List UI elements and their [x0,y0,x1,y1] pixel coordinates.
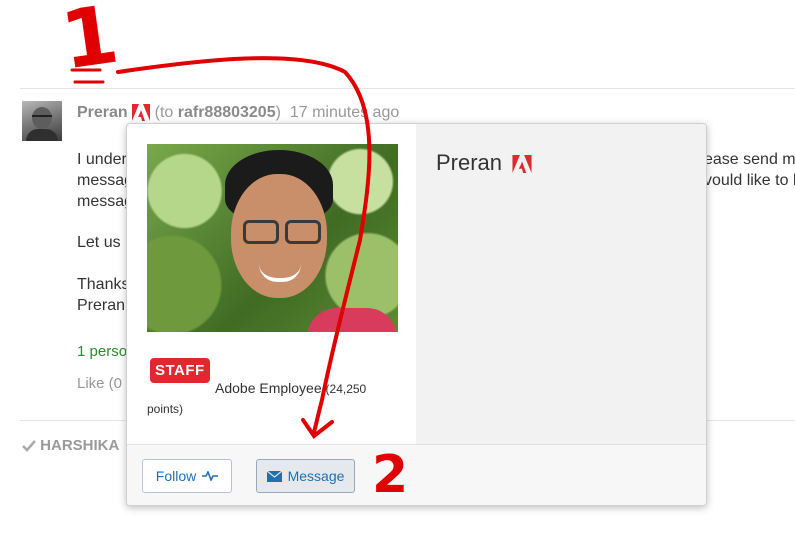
comment-body-line: Thanks [77,276,130,293]
comment-meta: Preran (to rafr88803205) 17 minutes ago [77,104,399,122]
profile-card: STAFF Adobe Employee (24,250 points) Pre… [126,123,707,506]
avatar[interactable] [22,101,62,141]
comment-body-line: Preran [77,297,126,314]
next-comment-author[interactable]: HARSHIKA [40,437,119,454]
staff-badge: STAFF [150,358,210,383]
follow-label: Follow [155,468,197,484]
points-label: points) [147,402,184,416]
to-suffix: ) [275,104,281,121]
follow-button[interactable]: Follow [142,459,232,493]
comment-author[interactable]: Preran [77,104,128,121]
comment-body-line: messag [77,172,134,189]
profile-name-text[interactable]: Preran [436,150,502,175]
likes-count[interactable]: 1 persor [77,343,132,360]
to-user[interactable]: rafr88803205 [178,104,276,121]
envelope-icon [266,470,282,482]
points-value: 24,250 [329,382,367,396]
annotation-label-2: 2 [372,445,409,505]
profile-photo[interactable] [147,144,398,332]
profile-name: Preran [436,150,532,176]
comment-body-line: messag [77,193,134,210]
message-label: Message [287,468,345,484]
comment-time: 17 minutes ago [289,104,400,121]
adobe-logo-icon [132,104,151,122]
like-button[interactable]: Like (0 [77,375,122,392]
divider-top [20,88,795,89]
comment-body-line: I under [77,151,127,168]
comment-body-line: Let us l [77,234,129,251]
message-button[interactable]: Message [256,459,355,493]
to-prefix: (to [154,104,178,121]
activity-icon [202,471,219,481]
annotation-label-1: 1 [55,0,124,88]
employee-role: Adobe Employee [215,380,322,396]
checkmark-icon [22,440,36,452]
employee-info: Adobe Employee (24,250 [215,380,367,396]
adobe-logo-icon [512,155,532,174]
comment-body-right: ease send me [704,151,795,168]
comment-body-right: vould like to b [704,172,795,189]
next-comment: HARSHIKA [22,437,119,454]
